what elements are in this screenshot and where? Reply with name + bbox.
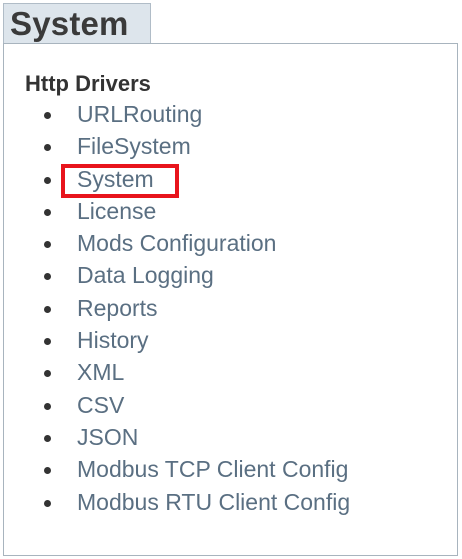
- system-tab[interactable]: System: [3, 3, 151, 43]
- bullet-icon: [44, 305, 51, 313]
- tab-title: System: [10, 5, 129, 42]
- link-filesystem[interactable]: FileSystem: [77, 132, 191, 160]
- bullet-icon: [44, 434, 51, 442]
- bullet-icon: [44, 144, 51, 152]
- bullet-icon: [44, 467, 51, 475]
- link-modbus-rtu-client-config[interactable]: Modbus RTU Client Config: [77, 488, 350, 516]
- link-system[interactable]: System: [77, 165, 154, 193]
- bullet-icon: [44, 176, 51, 184]
- section-heading: Http Drivers: [25, 71, 151, 96]
- link-mods-configuration[interactable]: Mods Configuration: [77, 229, 276, 257]
- bullet-icon: [44, 112, 51, 119]
- bullet-icon: [44, 402, 51, 410]
- link-data-logging[interactable]: Data Logging: [77, 261, 214, 289]
- bullet-icon: [44, 499, 51, 507]
- link-urlrouting[interactable]: URLRouting: [77, 100, 202, 128]
- link-modbus-tcp-client-config[interactable]: Modbus TCP Client Config: [77, 455, 348, 483]
- bullet-icon: [44, 208, 51, 216]
- link-json[interactable]: JSON: [77, 423, 138, 451]
- content-panel: Http Drivers URLRouting FileSystem Syste…: [3, 43, 458, 556]
- link-csv[interactable]: CSV: [77, 391, 124, 419]
- bullet-icon: [44, 338, 51, 346]
- bullet-icon: [44, 241, 51, 249]
- link-reports[interactable]: Reports: [77, 294, 158, 322]
- link-history[interactable]: History: [77, 326, 149, 354]
- link-license[interactable]: License: [77, 197, 156, 225]
- bullet-icon: [44, 273, 51, 281]
- bullet-icon: [44, 370, 51, 378]
- link-xml[interactable]: XML: [77, 358, 124, 386]
